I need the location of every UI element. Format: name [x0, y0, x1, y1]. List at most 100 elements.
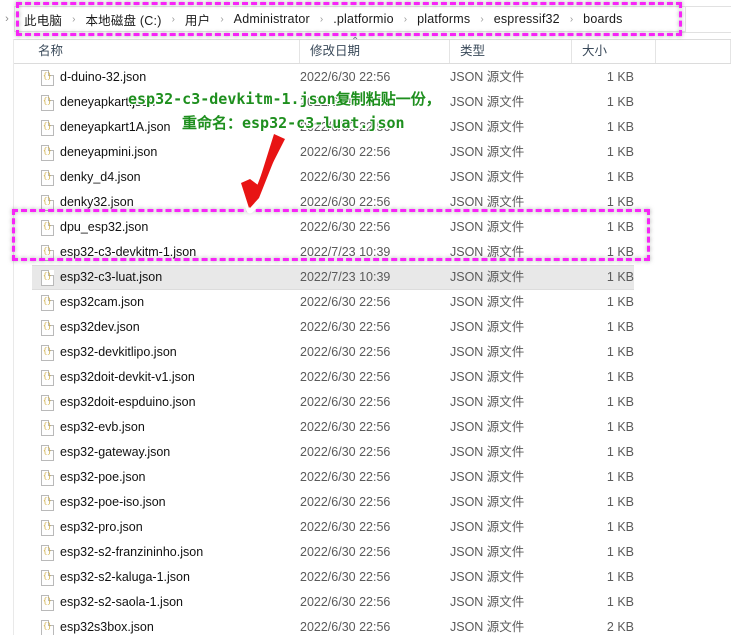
- file-row[interactable]: denky32.json 2022/6/30 22:56 JSON 源文件 1 KB: [14, 190, 731, 215]
- file-row[interactable]: esp32-c3-devkitm-1.json 2022/7/23 10:39 JS…: [14, 240, 731, 265]
- file-type-cell: JSON 源文件: [450, 220, 525, 234]
- json-file-icon: [41, 145, 54, 161]
- address-bar[interactable]: › 此电脑 › 本地磁盘 (C:) › 用户 › Administrator › .platfo…: [0, 6, 686, 32]
- breadcrumb-item-5[interactable]: platforms: [416, 12, 471, 26]
- json-file-icon: [41, 595, 54, 611]
- file-size-cell: 1 KB: [606, 570, 634, 584]
- breadcrumb[interactable]: 此电脑 › 本地磁盘 (C:) › 用户 › Administrator › .platform…: [14, 6, 686, 32]
- file-row[interactable]: esp32-poe-iso.json 2022/6/30 22:56 JSON 源文…: [14, 490, 731, 515]
- file-size-cell: 2 KB: [606, 620, 634, 634]
- file-name-cell: esp32doit-espduino.json: [60, 395, 196, 409]
- breadcrumb-separator-icon: ›: [480, 13, 484, 25]
- annotation-text-line-1: esp32-c3-devkitm-1.json复制粘贴一份，: [128, 90, 441, 108]
- file-type-cell: JSON 源文件: [450, 395, 525, 409]
- file-size-cell: 1 KB: [606, 270, 634, 284]
- file-size-cell: 1 KB: [606, 70, 634, 84]
- breadcrumb-item-1[interactable]: 本地磁盘 (C:): [84, 10, 162, 29]
- file-row[interactable]: esp32doit-devkit-v1.json 2022/6/30 22:56 J…: [14, 365, 731, 390]
- file-type-cell: JSON 源文件: [450, 570, 525, 584]
- file-row[interactable]: esp32-devkitlipo.json 2022/6/30 22:56 JSON…: [14, 340, 731, 365]
- file-type-cell: JSON 源文件: [450, 270, 525, 284]
- file-row[interactable]: esp32-pro.json 2022/6/30 22:56 JSON 源文件 1 K…: [14, 515, 731, 540]
- file-type-cell: JSON 源文件: [450, 545, 525, 559]
- file-name-cell: d-duino-32.json: [60, 70, 147, 84]
- file-name-cell: esp32-s2-franzininho.json: [60, 545, 204, 559]
- file-size-cell: 1 KB: [606, 595, 634, 609]
- file-row[interactable]: esp32-s2-franzininho.json 2022/6/30 22:56…: [14, 540, 731, 565]
- json-file-icon: [41, 495, 54, 511]
- file-explorer-window: › 此电脑 › 本地磁盘 (C:) › 用户 › Administrator › .platfo…: [0, 0, 731, 635]
- file-row[interactable]: deneyapmini.json 2022/6/30 22:56 JSON 源文件 1…: [14, 140, 731, 165]
- breadcrumb-separator-icon: ›: [319, 13, 324, 25]
- file-row[interactable]: esp32s3box.json 2022/6/30 22:56 JSON 源文件 2 …: [14, 615, 731, 635]
- file-type-cell: JSON 源文件: [450, 95, 525, 109]
- column-header-spacer: [656, 40, 731, 63]
- file-row[interactable]: esp32cam.json 2022/6/30 22:56 JSON 源文件 1 KB: [14, 290, 731, 315]
- file-type-cell: JSON 源文件: [450, 495, 525, 509]
- column-header-type[interactable]: 类型: [450, 40, 572, 63]
- json-file-icon: [41, 170, 54, 186]
- breadcrumb-item-7[interactable]: boards: [582, 12, 623, 26]
- file-list[interactable]: d-duino-32.json 2022/6/30 22:56 JSON 源文件 1 …: [14, 65, 731, 635]
- file-name-cell: esp32-s2-kaluga-1.json: [60, 570, 190, 584]
- json-file-icon: [41, 570, 54, 586]
- breadcrumb-item-2[interactable]: 用户: [184, 10, 211, 29]
- file-size-cell: 1 KB: [606, 220, 634, 234]
- file-size-cell: 1 KB: [606, 370, 634, 384]
- breadcrumb-item-4[interactable]: .platformio: [332, 12, 395, 26]
- file-name-cell: esp32-c3-luat.json: [60, 270, 163, 284]
- json-file-icon: [41, 395, 54, 411]
- file-date-cell: 2022/6/30 22:56: [300, 620, 391, 634]
- file-size-cell: 1 KB: [606, 120, 634, 134]
- breadcrumb-item-6[interactable]: espressif32: [493, 12, 561, 26]
- file-type-cell: JSON 源文件: [450, 370, 525, 384]
- file-size-cell: 1 KB: [606, 170, 634, 184]
- breadcrumb-overflow-chevron-icon[interactable]: ›: [0, 6, 14, 32]
- json-file-icon: [41, 245, 54, 261]
- file-date-cell: 2022/6/30 22:56: [300, 445, 391, 459]
- file-row[interactable]: esp32-s2-kaluga-1.json 2022/6/30 22:56 JSO…: [14, 565, 731, 590]
- json-file-icon: [41, 70, 54, 86]
- json-file-icon: [41, 445, 54, 461]
- file-type-cell: JSON 源文件: [450, 345, 525, 359]
- file-row[interactable]: esp32-gateway.json 2022/6/30 22:56 JSON 源文…: [14, 440, 731, 465]
- json-file-icon: [41, 320, 54, 336]
- file-row[interactable]: denky_d4.json 2022/6/30 22:56 JSON 源文件 1 KB: [14, 165, 731, 190]
- file-row[interactable]: dpu_esp32.json 2022/6/30 22:56 JSON 源文件 1 K…: [14, 215, 731, 240]
- file-row[interactable]: esp32-poe.json 2022/6/30 22:56 JSON 源文件 1 K…: [14, 465, 731, 490]
- file-date-cell: 2022/7/23 10:39: [300, 270, 391, 284]
- file-type-cell: JSON 源文件: [450, 520, 525, 534]
- file-size-cell: 1 KB: [606, 320, 634, 334]
- file-date-cell: 2022/6/30 22:56: [300, 220, 391, 234]
- file-row[interactable]: esp32-evb.json 2022/6/30 22:56 JSON 源文件 1 K…: [14, 415, 731, 440]
- file-date-cell: 2022/6/30 22:56: [300, 295, 391, 309]
- addressbar-edge-line-bottom: [682, 32, 731, 33]
- json-file-icon: [41, 520, 54, 536]
- file-date-cell: 2022/6/30 22:56: [300, 395, 391, 409]
- file-name-cell: esp32-poe.json: [60, 470, 146, 484]
- file-row[interactable]: esp32-s2-saola-1.json 2022/6/30 22:56 JSON…: [14, 590, 731, 615]
- file-date-cell: 2022/6/30 22:56: [300, 345, 391, 359]
- file-size-cell: 1 KB: [606, 545, 634, 559]
- breadcrumb-separator-icon: ›: [569, 13, 574, 25]
- file-type-cell: JSON 源文件: [450, 195, 525, 209]
- breadcrumb-separator-icon: ›: [72, 13, 76, 25]
- column-header-size[interactable]: 大小: [572, 40, 656, 63]
- breadcrumb-item-0[interactable]: 此电脑: [23, 10, 63, 29]
- file-name-cell: esp32doit-devkit-v1.json: [60, 370, 195, 384]
- file-size-cell: 1 KB: [606, 245, 634, 259]
- file-row[interactable]: esp32dev.json 2022/6/30 22:56 JSON 源文件 1 KB: [14, 315, 731, 340]
- column-header-date-modified[interactable]: 修改日期: [300, 40, 450, 63]
- column-header-name[interactable]: 名称: [28, 40, 300, 63]
- file-size-cell: 1 KB: [606, 420, 634, 434]
- file-type-cell: JSON 源文件: [450, 295, 525, 309]
- file-name-cell: dpu_esp32.json: [60, 220, 149, 234]
- file-size-cell: 1 KB: [606, 495, 634, 509]
- list-left-margin: [0, 39, 14, 635]
- file-row[interactable]: esp32doit-espduino.json 2022/6/30 22:56 JS…: [14, 390, 731, 415]
- breadcrumb-separator-icon: ›: [220, 13, 224, 25]
- breadcrumb-item-3[interactable]: Administrator: [233, 12, 311, 26]
- file-row[interactable]: esp32-c3-luat.json 2022/7/23 10:39 JSON 源文…: [14, 265, 731, 290]
- file-row[interactable]: d-duino-32.json 2022/6/30 22:56 JSON 源文件 1 …: [14, 65, 731, 90]
- file-name-cell: esp32cam.json: [60, 295, 145, 309]
